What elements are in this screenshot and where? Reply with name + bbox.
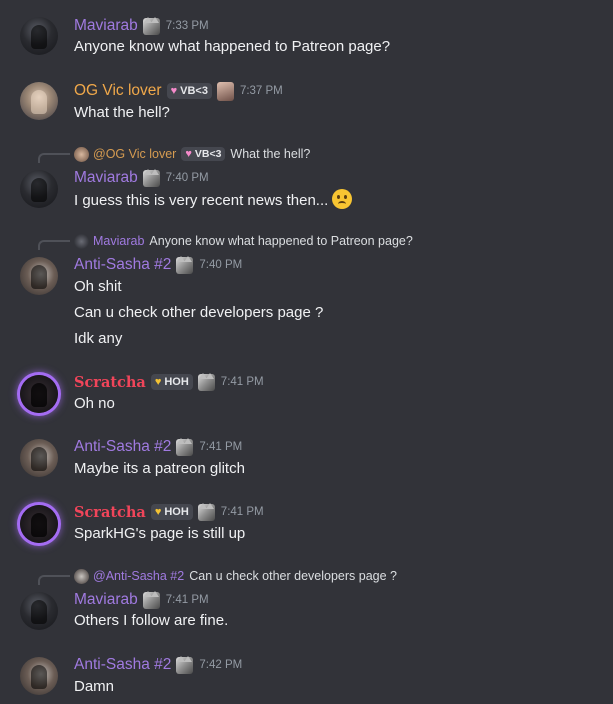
- message-text: I guess this is very recent news then...: [74, 189, 353, 211]
- cat-role-icon: [176, 255, 194, 274]
- avatar[interactable]: [20, 17, 58, 55]
- avatar[interactable]: [20, 257, 58, 295]
- reply-mention[interactable]: Maviarab: [93, 234, 144, 248]
- role-tag: ♥ VB<3: [166, 83, 212, 99]
- reply-text: Anyone know what happened to Patreon pag…: [149, 234, 413, 248]
- cat-role-icon: [142, 16, 160, 35]
- cat-role-icon: [197, 502, 215, 521]
- author-name[interactable]: Scratcha: [74, 504, 146, 521]
- heart-icon: ♥: [154, 506, 162, 518]
- author-name[interactable]: Maviarab: [74, 169, 138, 187]
- reply-preview[interactable]: @OG Vic lover ♥ VB<3 What the hell?: [74, 145, 310, 163]
- avatar[interactable]: [20, 375, 58, 413]
- message-text: Damn: [74, 678, 115, 695]
- slightly-frowning-face-icon[interactable]: [332, 189, 353, 209]
- message-text: Idk any: [74, 330, 123, 347]
- reply-avatar: [74, 568, 89, 584]
- author-name[interactable]: Scratcha: [74, 374, 146, 391]
- cat-role-icon: [142, 168, 160, 187]
- reply-connector: [38, 575, 70, 585]
- timestamp: 7:41 PM: [165, 594, 209, 606]
- reply-connector: [38, 153, 70, 163]
- reply-avatar: [74, 233, 89, 249]
- heart-icon: ♥: [154, 376, 162, 388]
- timestamp: 7:40 PM: [165, 172, 209, 184]
- cat-role-icon: [176, 655, 194, 674]
- avatar[interactable]: [20, 657, 58, 695]
- author-name[interactable]: Anti-Sasha #2: [74, 438, 171, 456]
- reply-avatar: [74, 146, 89, 162]
- cat-role-icon: [197, 372, 215, 391]
- avatar[interactable]: [20, 439, 58, 477]
- message-text: Oh shit: [74, 278, 122, 295]
- timestamp: 7:41 PM: [220, 376, 264, 388]
- message-text: Oh no: [74, 395, 115, 412]
- message-header: Scratcha ♥ HOH 7:41 PM: [74, 502, 264, 522]
- message-text: SparkHG's page is still up: [74, 525, 246, 542]
- timestamp: 7:40 PM: [199, 259, 243, 271]
- cat-role-icon: [176, 437, 194, 456]
- heart-icon: ♥: [185, 148, 192, 160]
- timestamp: 7:41 PM: [220, 506, 264, 518]
- role-tag: ♥ HOH: [150, 374, 193, 390]
- timestamp: 7:33 PM: [165, 20, 209, 32]
- profile-badge-icon: [216, 81, 234, 101]
- reply-text: What the hell?: [230, 147, 311, 161]
- message-text: Maybe its a patreon glitch: [74, 460, 245, 477]
- timestamp: 7:41 PM: [199, 441, 243, 453]
- message-header: Maviarab 7:41 PM: [74, 590, 209, 610]
- message-header: OG Vic lover ♥ VB<3 7:37 PM: [74, 81, 283, 101]
- reply-text: Can u check other developers page ?: [189, 569, 397, 583]
- message-text: Anyone know what happened to Patreon pag…: [74, 38, 391, 55]
- cat-role-icon: [142, 590, 160, 609]
- message-text: Can u check other developers page ?: [74, 304, 324, 321]
- author-name[interactable]: Maviarab: [74, 17, 138, 35]
- message-header: Maviarab 7:33 PM: [74, 16, 209, 36]
- message-header: Anti-Sasha #2 7:42 PM: [74, 655, 242, 675]
- author-name[interactable]: Maviarab: [74, 591, 138, 609]
- message-header: Anti-Sasha #2 7:40 PM: [74, 255, 242, 275]
- role-tag: ♥ HOH: [150, 504, 193, 520]
- message-header: Scratcha ♥ HOH 7:41 PM: [74, 372, 264, 392]
- message-text: Others I follow are fine.: [74, 612, 229, 629]
- reply-mention[interactable]: @Anti-Sasha #2: [93, 569, 184, 583]
- message-text: What the hell?: [74, 104, 170, 121]
- message-header: Anti-Sasha #2 7:41 PM: [74, 437, 242, 457]
- message-header: Maviarab 7:40 PM: [74, 168, 209, 188]
- reply-preview[interactable]: Maviarab Anyone know what happened to Pa…: [74, 232, 413, 250]
- timestamp: 7:42 PM: [199, 659, 243, 671]
- author-name[interactable]: Anti-Sasha #2: [74, 256, 171, 274]
- avatar[interactable]: [20, 505, 58, 543]
- heart-icon: ♥: [170, 85, 178, 97]
- avatar[interactable]: [20, 82, 58, 120]
- timestamp: 7:37 PM: [239, 85, 283, 97]
- author-name[interactable]: Anti-Sasha #2: [74, 656, 171, 674]
- author-name[interactable]: OG Vic lover: [74, 82, 162, 100]
- reply-preview[interactable]: @Anti-Sasha #2 Can u check other develop…: [74, 567, 397, 585]
- reply-connector: [38, 240, 70, 250]
- role-tag: ♥ VB<3: [181, 147, 226, 161]
- avatar[interactable]: [20, 592, 58, 630]
- avatar[interactable]: [20, 170, 58, 208]
- reply-mention[interactable]: @OG Vic lover: [93, 147, 176, 161]
